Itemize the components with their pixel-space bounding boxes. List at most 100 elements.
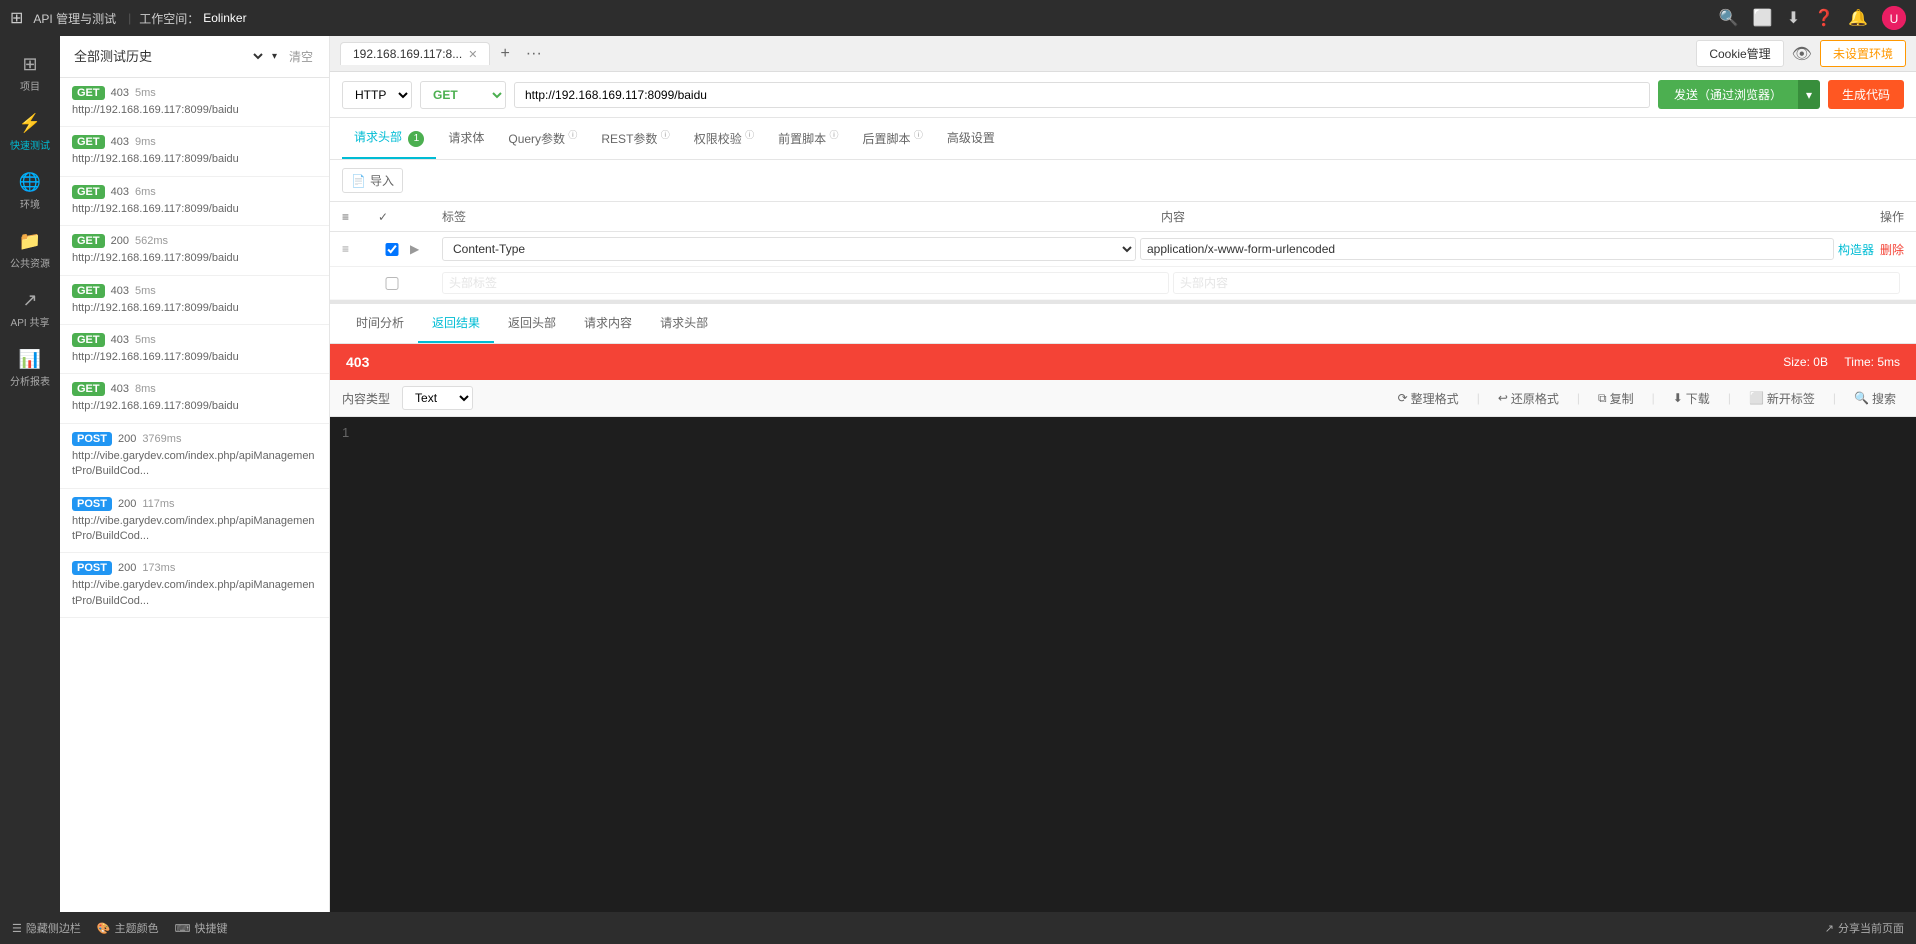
import-button[interactable]: 📄 导入 xyxy=(342,168,403,193)
tab-req-body[interactable]: 请求体 xyxy=(436,119,496,158)
history-filter-select[interactable]: 全部测试历史 xyxy=(70,48,266,65)
sort-handle[interactable]: ≡ xyxy=(342,242,374,256)
code-area: 1 xyxy=(330,417,1916,912)
window-icon[interactable]: ⬜ xyxy=(1753,8,1773,28)
help-icon[interactable]: ❓ xyxy=(1814,8,1834,28)
history-url: http://vibe.garydev.com/index.php/apiMan… xyxy=(72,578,317,609)
theme-color-button[interactable]: 🎨 主题颜色 xyxy=(97,920,159,936)
send-dropdown-button[interactable]: ▾ xyxy=(1798,80,1820,109)
content-type-select[interactable]: Text JSON XML HTML xyxy=(402,386,473,410)
download-button[interactable]: ⬇ 下载 xyxy=(1665,387,1718,410)
method-badge: GET xyxy=(72,86,105,100)
list-item[interactable]: POST 200 173ms http://vibe.garydev.com/i… xyxy=(60,553,329,618)
list-item[interactable]: GET 403 5ms http://192.168.169.117:8099/… xyxy=(60,276,329,325)
history-header: 全部测试历史 ▾ 清空 xyxy=(60,36,329,78)
info-icon: ⓘ xyxy=(568,130,577,140)
divider: | xyxy=(1577,391,1580,405)
row-checkbox[interactable] xyxy=(378,277,406,290)
sort-col-header: ≡ xyxy=(342,210,374,224)
header-value-input[interactable] xyxy=(1140,238,1834,260)
bell-icon[interactable]: 🔔 xyxy=(1848,8,1868,28)
tab-item[interactable]: 192.168.169.117:8... ✕ xyxy=(340,42,490,65)
sidebar-item-public-resource[interactable]: 📁 公共资源 xyxy=(0,221,60,280)
status-code: 200 xyxy=(118,498,136,510)
sidebar-item-quick-test[interactable]: ⚡ 快速测试 xyxy=(0,103,60,162)
copy-button[interactable]: ⧉ 复制 xyxy=(1590,387,1642,410)
status-code: 403 xyxy=(111,87,129,99)
row-expand[interactable]: ▶ xyxy=(410,242,438,256)
method-select[interactable]: GET POST PUT DELETE xyxy=(420,81,506,109)
delete-button[interactable]: 删除 xyxy=(1880,241,1904,258)
method-badge: GET xyxy=(72,333,105,347)
tab-advanced[interactable]: 高级设置 xyxy=(935,119,1007,158)
shortcuts-button[interactable]: ⌨ 快捷键 xyxy=(175,920,228,936)
header-value-input[interactable] xyxy=(1173,272,1900,294)
row-actions: 构造器 删除 xyxy=(1838,241,1904,258)
tab-return-result[interactable]: 返回结果 xyxy=(418,304,494,343)
more-tabs-button[interactable]: ··· xyxy=(520,43,548,65)
tab-time-analysis[interactable]: 时间分析 xyxy=(342,304,418,343)
top-header: ⊞ API 管理与测试 | 工作空间： Eolinker 🔍 ⬜ ⬇ ❓ 🔔 U xyxy=(0,0,1916,36)
avatar[interactable]: U xyxy=(1882,6,1906,30)
apps-icon[interactable]: ⊞ xyxy=(10,8,23,28)
format-button[interactable]: ⟳ 整理格式 xyxy=(1390,387,1467,410)
method-badge: GET xyxy=(72,382,105,396)
list-item[interactable]: POST 200 3769ms http://vibe.garydev.com/… xyxy=(60,424,329,489)
sidebar-item-label: 项目 xyxy=(20,78,40,93)
duration: 562ms xyxy=(135,235,168,247)
tab-rest-params[interactable]: REST参数 ⓘ xyxy=(589,118,681,159)
tab-post-script[interactable]: 后置脚本 ⓘ xyxy=(850,118,934,159)
history-url: http://192.168.169.117:8099/baidu xyxy=(72,350,317,365)
list-item[interactable]: GET 403 5ms http://192.168.169.117:8099/… xyxy=(60,78,329,127)
env-button[interactable]: 未设置环境 xyxy=(1820,40,1906,67)
cookie-manager-button[interactable]: Cookie管理 xyxy=(1696,40,1783,67)
url-input[interactable] xyxy=(514,82,1650,108)
list-item[interactable]: GET 403 6ms http://192.168.169.117:8099/… xyxy=(60,177,329,226)
download-icon[interactable]: ⬇ xyxy=(1787,8,1800,28)
restore-format-button[interactable]: ↩ 还原格式 xyxy=(1490,387,1567,410)
import-icon: 📄 xyxy=(351,174,366,188)
sidebar-item-api-share[interactable]: ↗ API 共享 xyxy=(0,280,60,339)
close-icon[interactable]: ✕ xyxy=(468,48,477,61)
list-item[interactable]: GET 403 9ms http://192.168.169.117:8099/… xyxy=(60,127,329,176)
new-tab-button[interactable]: ⬜ 新开标签 xyxy=(1741,387,1823,410)
divider: | xyxy=(1728,391,1731,405)
list-item[interactable]: GET 403 8ms http://192.168.169.117:8099/… xyxy=(60,374,329,423)
sidebar-item-project[interactable]: ⊞ 项目 xyxy=(0,44,60,103)
send-button[interactable]: 发送（通过浏览器） xyxy=(1658,80,1798,109)
share-current-page-button[interactable]: ↗ 分享当前页面 xyxy=(1825,920,1904,936)
method-badge: GET xyxy=(72,185,105,199)
headers-area: ≡ ✓ 标签 内容 操作 ≡ ▶ Content-Type 构造器 xyxy=(330,202,1916,300)
tab-return-headers[interactable]: 返回头部 xyxy=(494,304,570,343)
generate-code-button[interactable]: 生成代码 xyxy=(1828,80,1904,109)
tab-pre-script[interactable]: 前置脚本 ⓘ xyxy=(766,118,850,159)
tab-req-header[interactable]: 请求头部 1 xyxy=(342,118,436,159)
search-icon[interactable]: 🔍 xyxy=(1719,8,1739,28)
sidebar-item-label: 分析报表 xyxy=(10,373,50,388)
sidebar-item-analytics[interactable]: 📊 分析报表 xyxy=(0,339,60,398)
theme-icon: 🎨 xyxy=(97,922,111,935)
method-badge: POST xyxy=(72,497,112,511)
add-tab-button[interactable]: + xyxy=(494,43,515,65)
tab-req-headers-result[interactable]: 请求头部 xyxy=(646,304,722,343)
list-item[interactable]: POST 200 117ms http://vibe.garydev.com/i… xyxy=(60,489,329,554)
headers-table-header: ≡ ✓ 标签 内容 操作 xyxy=(330,202,1916,232)
protocol-select[interactable]: HTTP xyxy=(342,81,412,109)
clear-history-button[interactable]: 清空 xyxy=(283,46,319,67)
header-key-select[interactable]: Content-Type xyxy=(442,237,1136,261)
construct-button[interactable]: 构造器 xyxy=(1838,241,1874,258)
preview-icon[interactable]: 👁 xyxy=(1792,44,1812,64)
history-url: http://192.168.169.117:8099/baidu xyxy=(72,301,317,316)
search-button[interactable]: 🔍 搜索 xyxy=(1846,387,1904,410)
content-type-label: 内容类型 xyxy=(342,390,390,407)
env-icon: 🌐 xyxy=(19,172,41,193)
tab-auth[interactable]: 权限校验 ⓘ xyxy=(682,118,766,159)
row-checkbox[interactable] xyxy=(378,243,406,256)
list-item[interactable]: GET 200 562ms http://192.168.169.117:809… xyxy=(60,226,329,275)
hide-sidebar-button[interactable]: ☰ 隐藏侧边栏 xyxy=(12,920,81,936)
list-item[interactable]: GET 403 5ms http://192.168.169.117:8099/… xyxy=(60,325,329,374)
header-key-input[interactable] xyxy=(442,272,1169,294)
tab-query-params[interactable]: Query参数 ⓘ xyxy=(496,118,589,159)
sidebar-item-env[interactable]: 🌐 环境 xyxy=(0,162,60,221)
tab-req-content[interactable]: 请求内容 xyxy=(570,304,646,343)
